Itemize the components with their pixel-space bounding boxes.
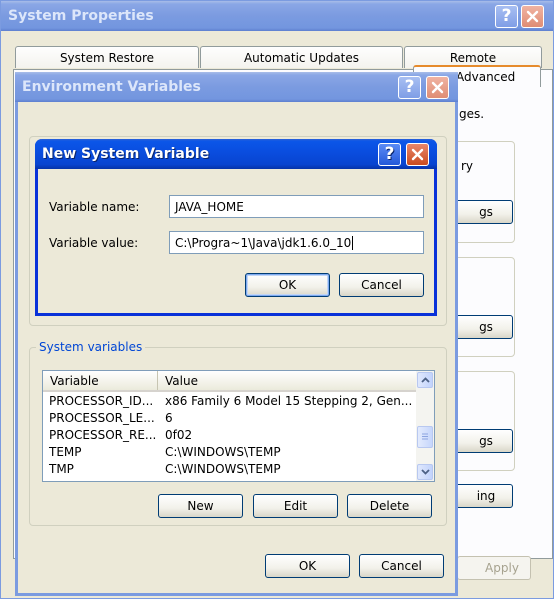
help-icon[interactable]: ?	[378, 143, 401, 166]
value-cell: x86 Family 6 Model 15 Stepping 2, Gen...	[165, 393, 413, 408]
new-system-variable-titlebar: New System Variable ?	[35, 139, 437, 169]
edit-button[interactable]: Edit	[253, 494, 338, 518]
table-row[interactable]: TEMP C:\WINDOWS\TEMP	[43, 443, 416, 460]
variable-cell: PROCESSOR_LE...	[49, 410, 155, 425]
column-header-variable[interactable]: Variable	[43, 371, 158, 390]
cancel-button[interactable]: Cancel	[339, 273, 424, 297]
variable-cell: TMP	[49, 461, 74, 476]
tab-label: Automatic Updates	[243, 50, 360, 65]
help-icon[interactable]: ?	[495, 5, 518, 28]
variable-value-label: Variable value:	[49, 236, 139, 250]
environment-variables-title: Environment Variables	[22, 79, 201, 95]
variable-name-value: JAVA_HOME	[175, 199, 244, 214]
system-variables-group: System variables Variable Value PROCESSO…	[29, 340, 447, 526]
variable-cell: PROCESSOR_ID...	[49, 393, 154, 408]
button-label: gs	[479, 205, 493, 219]
variable-value-field[interactable]: C:\Progra~1\Java\jdk1.6.0_10	[169, 231, 424, 254]
vertical-scrollbar[interactable]	[416, 371, 434, 481]
table-row[interactable]: TMP C:\WINDOWS\TEMP	[43, 460, 416, 477]
tab-system-restore[interactable]: System Restore	[15, 46, 199, 68]
variable-value-value: C:\Progra~1\Java\jdk1.6.0_10	[175, 235, 352, 250]
close-icon[interactable]	[426, 76, 449, 99]
table-row[interactable]: PROCESSOR_RE... 0f02	[43, 426, 416, 443]
new-system-variable-title: New System Variable	[42, 146, 210, 162]
button-label: Cancel	[381, 559, 422, 573]
variable-name-label: Variable name:	[49, 200, 140, 214]
value-cell: C:\WINDOWS\TEMP	[165, 444, 281, 459]
new-system-variable-dialog: New System Variable ? Variable name: JAV…	[35, 139, 437, 316]
variable-cell: TEMP	[49, 444, 82, 459]
column-header-value[interactable]: Value	[158, 371, 416, 390]
new-button[interactable]: New	[158, 494, 243, 518]
value-cell: C:\WINDOWS\TEMP	[165, 461, 281, 476]
delete-button[interactable]: Delete	[347, 494, 432, 518]
button-label: gs	[479, 320, 493, 334]
text-caret	[352, 235, 354, 250]
tab-automatic-updates[interactable]: Automatic Updates	[200, 46, 403, 68]
advanced-page-text: ges.	[459, 107, 485, 121]
button-label: Cancel	[361, 278, 402, 292]
system-properties-titlebar: System Properties ?	[1, 1, 553, 31]
apply-button[interactable]: Apply	[457, 556, 531, 580]
help-icon[interactable]: ?	[398, 76, 421, 99]
column-label: Value	[165, 373, 198, 388]
close-icon[interactable]	[406, 143, 429, 166]
table-row[interactable]: PROCESSOR_LE... 6	[43, 409, 416, 426]
environment-variables-titlebar: Environment Variables ?	[15, 72, 458, 102]
close-icon[interactable]	[521, 5, 544, 28]
button-label: Delete	[369, 499, 410, 513]
column-label: Variable	[50, 373, 99, 388]
button-label: OK	[298, 559, 317, 573]
scroll-down-icon[interactable]	[417, 464, 433, 480]
button-label: OK	[278, 278, 297, 292]
list-rows: PROCESSOR_ID... x86 Family 6 Model 15 St…	[43, 392, 416, 477]
scroll-thumb[interactable]	[417, 426, 433, 448]
variable-cell: PROCESSOR_RE...	[49, 427, 157, 442]
button-label: ing	[476, 489, 496, 503]
button-label: Edit	[283, 499, 308, 513]
list-header: Variable Value	[43, 371, 416, 392]
scroll-up-icon[interactable]	[417, 372, 433, 388]
value-cell: 0f02	[165, 427, 193, 442]
system-variables-list[interactable]: Variable Value PROCESSOR_ID... x86 Famil…	[42, 370, 435, 482]
variable-name-field[interactable]: JAVA_HOME	[169, 195, 424, 218]
tab-label: Advanced	[456, 70, 516, 84]
value-cell: 6	[165, 410, 173, 425]
advanced-page-text-2: ry	[461, 159, 474, 173]
system-variables-legend: System variables	[36, 340, 146, 354]
ok-button[interactable]: OK	[265, 554, 350, 578]
cancel-button[interactable]: Cancel	[359, 554, 444, 578]
ok-button[interactable]: OK	[245, 273, 330, 297]
table-row[interactable]: PROCESSOR_ID... x86 Family 6 Model 15 St…	[43, 392, 416, 409]
tab-label: Remote	[449, 50, 497, 65]
button-label: New	[187, 499, 214, 513]
button-label: gs	[479, 434, 493, 448]
system-properties-title: System Properties	[8, 8, 154, 24]
button-label: Apply	[485, 561, 519, 575]
tab-label: System Restore	[59, 50, 155, 65]
